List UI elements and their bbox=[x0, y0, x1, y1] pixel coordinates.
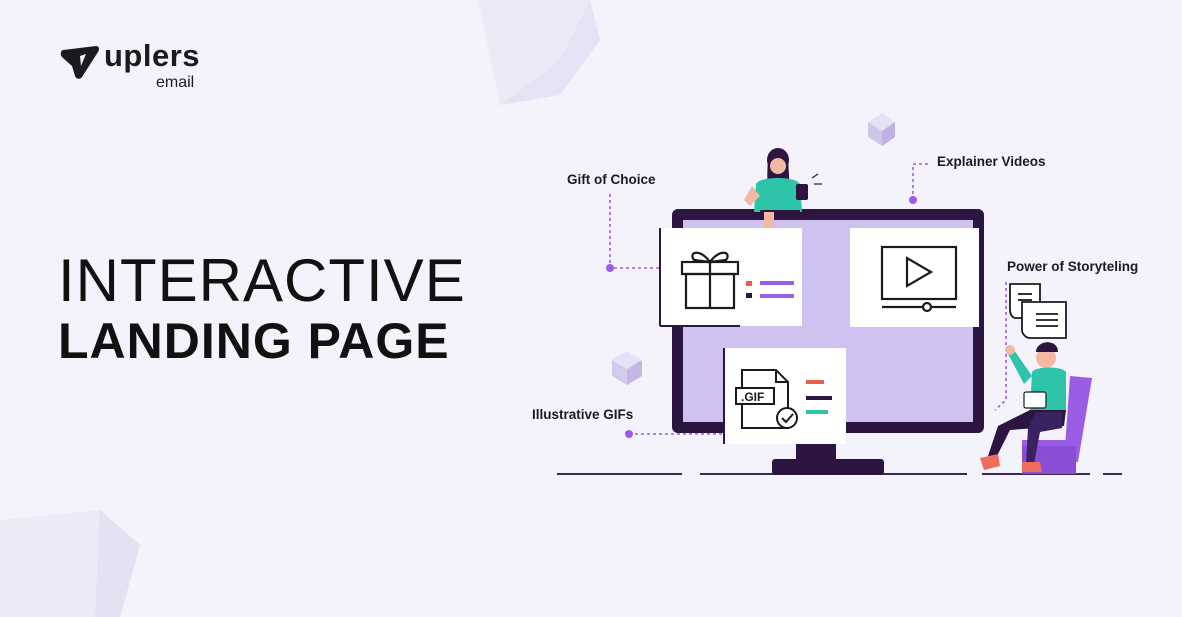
small-cube-icon bbox=[868, 113, 895, 146]
label-gift-of-choice: Gift of Choice bbox=[567, 172, 656, 187]
scroll-document-icon bbox=[1009, 283, 1067, 339]
label-power-of-storytelling: Power of Storyteling bbox=[1007, 259, 1139, 274]
background-cube-top bbox=[478, 0, 600, 105]
gif-label: .GIF bbox=[741, 390, 764, 404]
background-cube-bottom bbox=[0, 510, 140, 617]
video-card bbox=[850, 228, 979, 327]
connector-dot bbox=[606, 264, 614, 272]
connector-dot bbox=[909, 196, 917, 204]
connector-dot bbox=[625, 430, 633, 438]
brand-name: uplers bbox=[104, 38, 201, 73]
label-explainer-videos: Explainer Videos bbox=[937, 154, 1046, 169]
gift-card bbox=[659, 228, 802, 327]
headline-line2: LANDING PAGE bbox=[58, 313, 450, 369]
small-cube-icon bbox=[612, 351, 642, 385]
uplers-logo-icon bbox=[60, 46, 100, 79]
label-illustrative-gifs: Illustrative GIFs bbox=[532, 407, 634, 422]
brand-sub: email bbox=[156, 74, 195, 91]
brand-logo: uplers email bbox=[60, 38, 220, 96]
man-on-chair-figure bbox=[980, 342, 1092, 474]
gif-card: .GIF bbox=[723, 348, 846, 444]
headline-line1: INTERACTIVE bbox=[58, 247, 466, 314]
